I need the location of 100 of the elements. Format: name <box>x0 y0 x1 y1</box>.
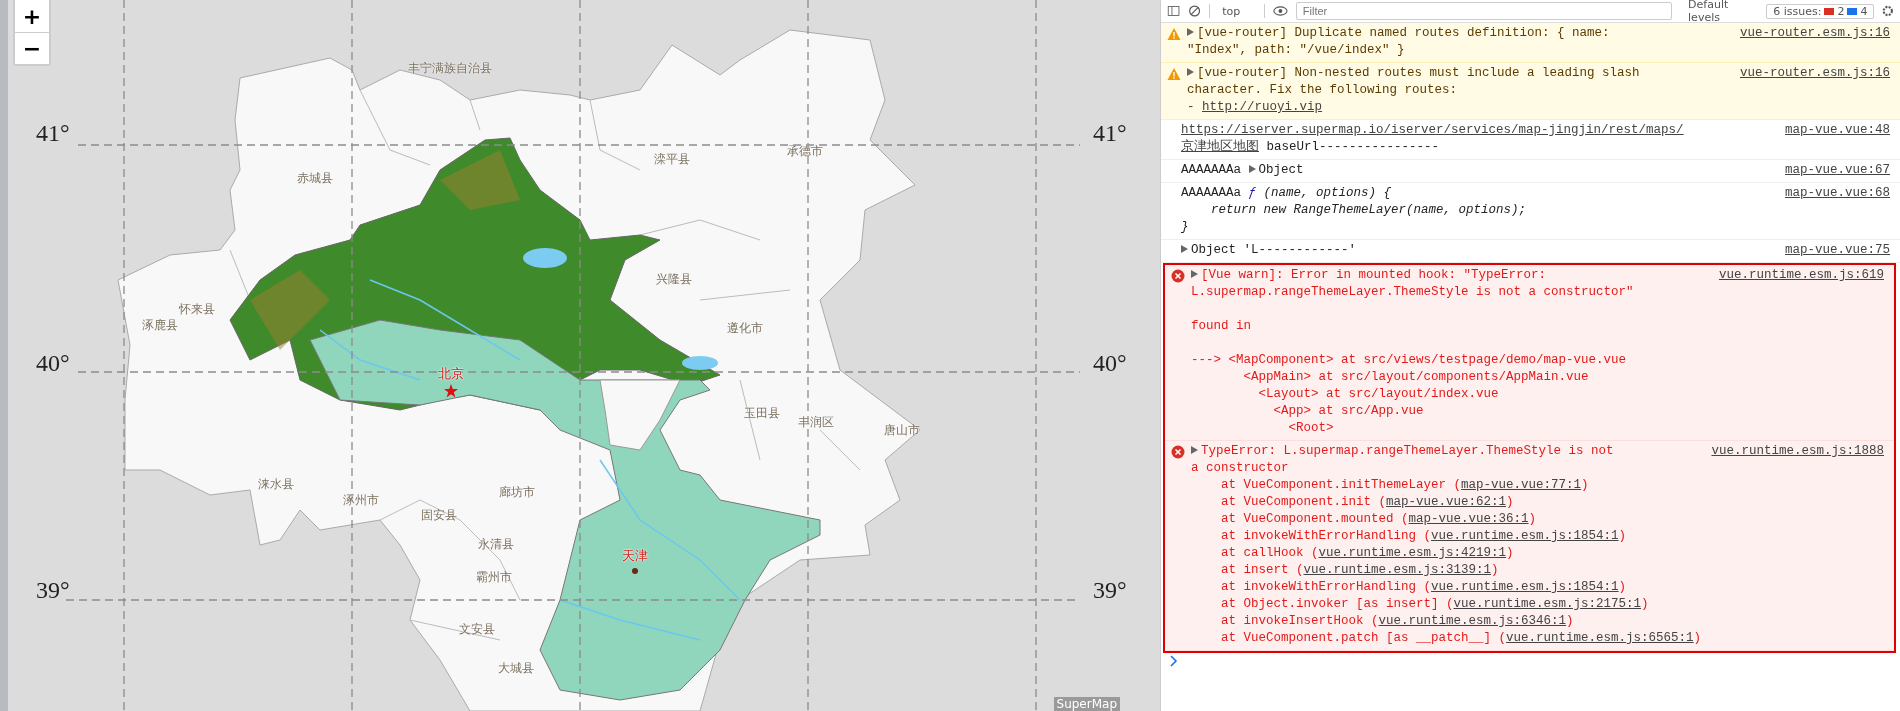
message-line: [vue-router] Duplicate named routes definition: { name: <box>1187 25 1732 42</box>
message-line: return new RangeThemeLayer(name, options); <box>1210 202 1528 219</box>
levels-dropdown[interactable]: Default levels <box>1680 0 1759 24</box>
message-line: [Vue warn]: Error in mounted hook: "TypeError: <box>1191 267 1711 284</box>
latitude-label: 41° <box>1093 119 1127 147</box>
zoom-out-button[interactable]: − <box>15 32 49 64</box>
place-label: 廊坊市 <box>499 483 535 501</box>
message-line: character. Fix the following routes: <box>1187 82 1459 99</box>
error-icon <box>1171 269 1185 283</box>
link[interactable]: map-vue.vue:36:1 <box>1408 512 1529 526</box>
error-icon <box>1171 445 1185 459</box>
message-line: <Layout> at src/layout/index.vue <box>1257 386 1500 403</box>
link[interactable]: vue.runtime.esm.js:1854:1 <box>1431 529 1619 543</box>
message-line: at VueComponent.patch [as __patch__] (vue.runtime.esm.js:6565:1) <box>1220 630 1703 647</box>
place-label: 滦平县 <box>654 150 690 168</box>
warning-icon <box>1167 27 1181 41</box>
message-line: } <box>1181 219 1190 236</box>
message-line: <App> at src/App.vue <box>1272 403 1425 420</box>
place-label: 兴隆县 <box>656 270 692 288</box>
place-label: 赤城县 <box>297 169 333 187</box>
latitude-label: 40° <box>1093 349 1127 377</box>
message-line: at VueComponent.init (map-vue.vue:62:1) <box>1220 494 1515 511</box>
place-label: 承德市 <box>787 142 823 160</box>
link[interactable]: http://ruoyi.vip <box>1202 100 1323 114</box>
message-line: 京津地区地图 baseUrl---------------- <box>1181 139 1441 156</box>
link[interactable]: map-vue.vue:77:1 <box>1461 478 1582 492</box>
expand-triangle-icon[interactable] <box>1248 165 1256 173</box>
link[interactable]: vue.runtime.esm.js:1854:1 <box>1431 580 1619 594</box>
clear-console-icon[interactable] <box>1188 3 1202 19</box>
message-line: AAAAAAAa ƒ (name, options) { <box>1181 185 1393 202</box>
place-label: 遵化市 <box>727 319 763 337</box>
message-line: AAAAAAAa Object <box>1181 162 1305 179</box>
link[interactable]: vue.runtime.esm.js:6565:1 <box>1506 631 1694 645</box>
place-label: 丰润区 <box>798 413 834 431</box>
place-label: 北京 <box>438 365 464 383</box>
place-label: 涞水县 <box>258 475 294 493</box>
attribution-text: SuperMap <box>1053 697 1120 711</box>
message-line: Object 'L------------' <box>1181 242 1777 259</box>
issues-button[interactable]: 6 issues: 2 4 <box>1766 3 1875 19</box>
latitude-label: 39° <box>36 576 70 604</box>
prompt-chevron-icon <box>1169 655 1179 667</box>
context-dropdown[interactable]: top <box>1218 4 1257 18</box>
expand-triangle-icon[interactable] <box>1187 28 1194 36</box>
place-label: 天津 <box>622 547 648 565</box>
map-view[interactable]: + − 41° 41° 40° 40° 39° 39° 丰宁满族自治县 滦平县 承德市 赤城县 兴隆县 怀来县 涿鹿县 遵化市 北京 玉田县 丰润区 唐山市 涞水县 涿州市 廊坊市 固安县 永清县 天津 霸州市 文安县 大城县 SuperMap <box>0 0 1160 711</box>
place-label: 丰宁满族自治县 <box>408 59 492 77</box>
link[interactable]: vue.runtime.esm.js:2175:1 <box>1453 597 1642 611</box>
message-line: L.supermap.rangeThemeLayer.ThemeStyle is not a constructor" <box>1191 284 1635 301</box>
place-label: 永清县 <box>478 535 514 553</box>
place-label: 怀来县 <box>179 300 215 318</box>
source-link[interactable]: map-vue.vue:67 <box>1784 162 1890 179</box>
link[interactable]: 京津地区地图 <box>1181 140 1259 154</box>
latitude-label: 39° <box>1093 576 1127 604</box>
place-label: 霸州市 <box>476 568 512 586</box>
message-line: at Object.invoker [as insert] (vue.runtime.esm.js:2175:1) <box>1220 596 1650 613</box>
link[interactable]: map-vue.vue:62:1 <box>1386 495 1507 509</box>
place-label: 涿鹿县 <box>142 316 178 334</box>
message-line: - http://ruoyi.vip <box>1187 99 1324 116</box>
source-link[interactable]: vue.runtime.esm.js:1888 <box>1711 443 1884 460</box>
expand-triangle-icon[interactable] <box>1191 446 1198 454</box>
link[interactable]: https://iserver.supermap.io/iserver/services/map-jingjin/rest/maps/ <box>1181 123 1684 137</box>
message-line: at VueComponent.mounted (map-vue.vue:36:1) <box>1220 511 1538 528</box>
source-link[interactable]: vue-router.esm.js:16 <box>1739 25 1890 42</box>
message-line: <AppMain> at src/layout/components/AppMain.vue <box>1242 369 1590 386</box>
eye-icon[interactable] <box>1273 4 1288 18</box>
sidebar-icon[interactable] <box>1167 3 1181 19</box>
message-line: ---> <MapComponent> at src/views/testpage/demo/map-vue.vue <box>1191 352 1628 369</box>
place-label: 涿州市 <box>343 491 379 509</box>
star-icon <box>444 384 458 398</box>
expand-triangle-icon[interactable] <box>1191 270 1198 278</box>
message-line: at insert (vue.runtime.esm.js:3139:1) <box>1220 562 1500 579</box>
expand-triangle-icon[interactable] <box>1187 68 1194 76</box>
settings-icon[interactable] <box>1882 4 1894 18</box>
warning-icon <box>1167 67 1181 81</box>
expand-triangle-icon[interactable] <box>1181 245 1188 253</box>
filter-field[interactable]: Filter <box>1295 2 1673 20</box>
place-label: 玉田县 <box>744 404 780 422</box>
message-line: <Root> <box>1287 420 1335 437</box>
latitude-label: 40° <box>36 349 70 377</box>
source-link[interactable]: map-vue.vue:68 <box>1784 185 1890 202</box>
source-link[interactable]: map-vue.vue:48 <box>1784 122 1890 139</box>
message-line: "Index", path: "/vue/index" } <box>1187 42 1406 59</box>
message-line: [vue-router] Non-nested routes must include a leading slash <box>1187 65 1732 82</box>
place-label: 固安县 <box>421 506 457 524</box>
message-line: found in <box>1191 318 1252 335</box>
source-link[interactable]: vue-router.esm.js:16 <box>1739 65 1890 82</box>
message-line: at VueComponent.initThemeLayer (map-vue.vue:77:1) <box>1220 477 1590 494</box>
link[interactable]: vue.runtime.esm.js:6346:1 <box>1378 614 1567 628</box>
message-line: at invokeWithErrorHandling (vue.runtime.esm.js:1854:1) <box>1220 528 1628 545</box>
link[interactable]: vue.runtime.esm.js:4219:1 <box>1318 546 1507 560</box>
city-dot-icon <box>632 568 638 574</box>
latitude-label: 41° <box>36 119 70 147</box>
message-line: at invokeInsertHook (vue.runtime.esm.js:6346:1) <box>1220 613 1575 630</box>
message-line: at invokeWithErrorHandling (vue.runtime.esm.js:1854:1) <box>1220 579 1628 596</box>
message-line: a constructor <box>1191 460 1290 477</box>
source-link[interactable]: vue.runtime.esm.js:619 <box>1718 267 1884 284</box>
link[interactable]: vue.runtime.esm.js:3139:1 <box>1303 563 1492 577</box>
source-link[interactable]: map-vue.vue:75 <box>1784 242 1890 259</box>
place-label: 大城县 <box>498 659 534 677</box>
place-label: 文安县 <box>459 620 495 638</box>
